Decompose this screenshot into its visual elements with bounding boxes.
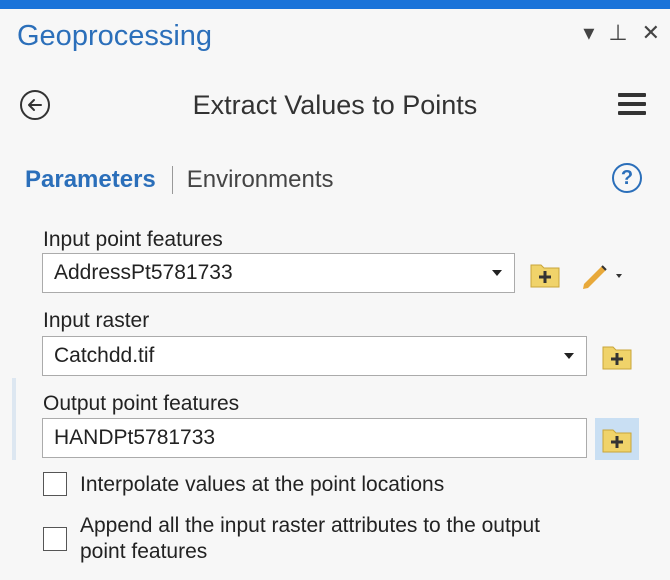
- output-point-features-label: Output point features: [43, 392, 240, 415]
- input-raster-value: Catchdd.tif: [54, 344, 155, 367]
- input-point-features-dropdown[interactable]: AddressPt5781733: [42, 253, 515, 293]
- help-icon[interactable]: ?: [612, 163, 642, 193]
- add-folder-icon[interactable]: [600, 339, 634, 373]
- tab-divider: [171, 166, 173, 194]
- input-point-features-label: Input point features: [43, 228, 223, 251]
- tab-environments[interactable]: Environments: [187, 166, 334, 194]
- output-point-features-input[interactable]: HANDPt5781733: [42, 418, 587, 458]
- window-controls: ▾ ⊥ ✕: [583, 20, 660, 46]
- dropdown-arrow-icon: [564, 353, 574, 359]
- geoprocessing-pane: Geoprocessing ▾ ⊥ ✕ Extract Values to Po…: [0, 0, 670, 580]
- output-point-features-value: HANDPt5781733: [54, 426, 216, 449]
- input-raster-label: Input raster: [43, 309, 150, 332]
- add-folder-icon[interactable]: [528, 257, 562, 291]
- tab-parameters[interactable]: Parameters: [25, 166, 156, 194]
- input-raster-dropdown[interactable]: Catchdd.tif: [42, 336, 587, 376]
- interpolate-checkbox[interactable]: [43, 472, 67, 496]
- focus-indicator: [12, 378, 16, 460]
- pin-icon[interactable]: ⊥: [608, 20, 627, 46]
- append-attributes-label-line1: Append all the input raster attributes t…: [80, 514, 540, 537]
- pane-title: Geoprocessing: [17, 20, 213, 52]
- dropdown-arrow-icon: [492, 270, 502, 276]
- interpolate-label: Interpolate values at the point location…: [80, 473, 445, 496]
- add-folder-icon[interactable]: [595, 418, 639, 460]
- interpolate-option[interactable]: Interpolate values at the point location…: [43, 472, 444, 498]
- input-point-features-value: AddressPt5781733: [54, 261, 233, 284]
- pane-menu-icon[interactable]: ▾: [583, 20, 594, 46]
- tab-bar: Parameters Environments: [25, 166, 334, 194]
- append-attributes-option[interactable]: Append all the input raster attributes t…: [43, 513, 540, 565]
- pencil-icon[interactable]: [578, 260, 628, 290]
- append-attributes-label-line2: point features: [80, 540, 208, 563]
- hamburger-menu-icon[interactable]: [618, 93, 646, 117]
- append-attributes-label: Append all the input raster attributes t…: [80, 513, 540, 565]
- tool-title: Extract Values to Points: [192, 90, 478, 120]
- close-icon[interactable]: ✕: [642, 20, 660, 46]
- append-attributes-checkbox[interactable]: [43, 527, 67, 551]
- accent-bar: [0, 0, 670, 9]
